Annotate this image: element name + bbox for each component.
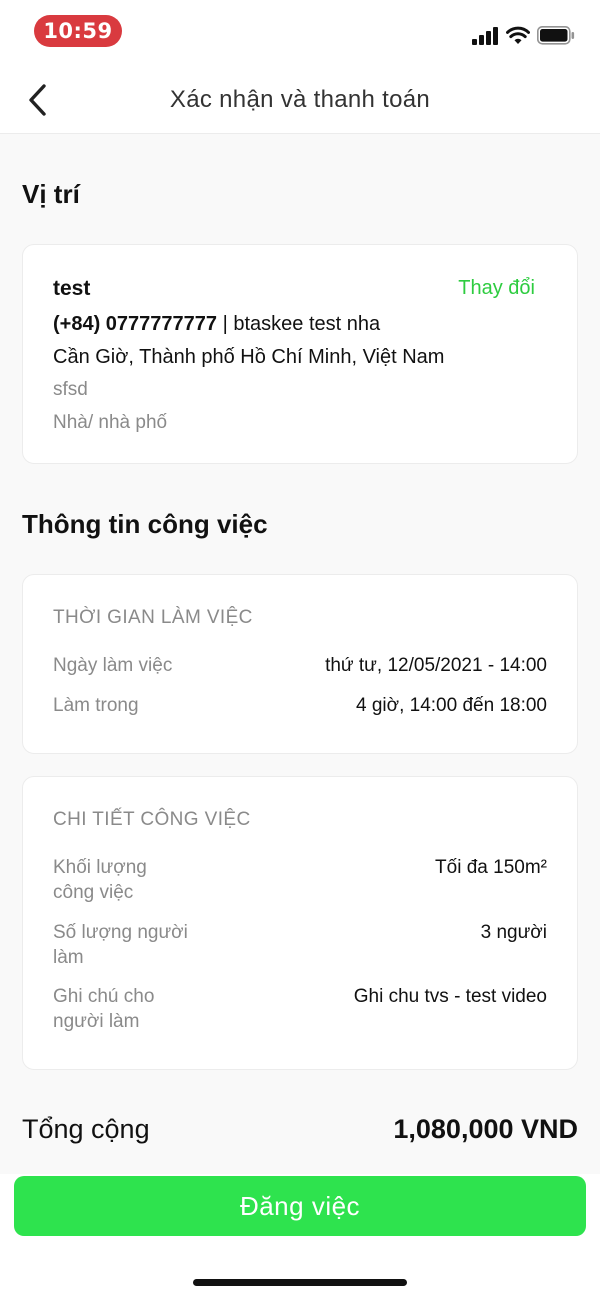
location-card: test Thay đổi (+84) 0777777777 | btaskee… — [22, 244, 578, 464]
nav-header: Xác nhận và thanh toán — [0, 66, 600, 134]
signal-icon — [472, 27, 498, 45]
job-detail-card: CHI TIẾT CÔNG VIỆC Khối lượng công việc … — [22, 776, 578, 1070]
page-title: Xác nhận và thanh toán — [169, 86, 431, 113]
total-label: Tổng cộng — [22, 1114, 150, 1144]
change-location-link[interactable]: Thay đổi — [458, 277, 535, 300]
status-time: 10:59 — [34, 15, 122, 47]
workload-value: Tối đa 150m² — [435, 857, 547, 878]
work-date-value: thứ tư, 12/05/2021 - 14:00 — [325, 655, 547, 676]
contact-line: (+84) 0777777777 | btaskee test nha — [53, 313, 380, 336]
worker-count-value: 3 người — [480, 922, 547, 943]
worker-count-label: Số lượng người làm — [53, 920, 188, 970]
worker-note-label: Ghi chú cho người làm — [53, 984, 154, 1034]
battery-icon — [537, 26, 575, 45]
location-detail: sfsd — [53, 379, 88, 400]
post-job-button[interactable]: Đăng việc — [14, 1176, 586, 1236]
worker-count-label-line2: làm — [53, 947, 84, 968]
status-bar: 10:59 — [0, 0, 600, 66]
total-value: 1,080,000 VND — [393, 1114, 578, 1144]
home-indicator — [193, 1279, 407, 1286]
wifi-icon — [506, 26, 530, 44]
worker-count-label-line1: Số lượng người — [53, 922, 188, 943]
job-info-section-title: Thông tin công việc — [22, 509, 268, 539]
workload-label: Khối lượng công việc — [53, 855, 147, 905]
location-address: Cần Giờ, Thành phố Hồ Chí Minh, Việt Nam — [53, 346, 445, 368]
workload-label-line1: Khối lượng — [53, 857, 147, 878]
work-time-heading: THỜI GIAN LÀM VIỆC — [53, 607, 253, 628]
workload-label-line2: công việc — [53, 882, 134, 903]
contact-phone: (+84) 0777777777 — [53, 313, 218, 335]
content-area: Vị trí test Thay đổi (+84) 0777777777 | … — [0, 134, 600, 1174]
job-detail-heading: CHI TIẾT CÔNG VIỆC — [53, 809, 251, 830]
location-section-title: Vị trí — [22, 179, 80, 209]
worker-note-label-line1: Ghi chú cho — [53, 986, 155, 1007]
duration-label: Làm trong — [53, 695, 139, 716]
home-type: Nhà/ nhà phố — [53, 412, 168, 433]
duration-value: 4 giờ, 14:00 đến 18:00 — [355, 695, 547, 716]
work-date-label: Ngày làm việc — [53, 655, 173, 676]
work-time-card: THỜI GIAN LÀM VIỆC Ngày làm việc thứ tư,… — [22, 574, 578, 754]
worker-note-value: Ghi chu tvs - test video — [353, 986, 547, 1007]
location-name: test — [53, 277, 91, 300]
contact-separator: | — [217, 313, 234, 335]
contact-note: btaskee test nha — [233, 313, 381, 335]
worker-note-label-line2: người làm — [53, 1011, 140, 1032]
